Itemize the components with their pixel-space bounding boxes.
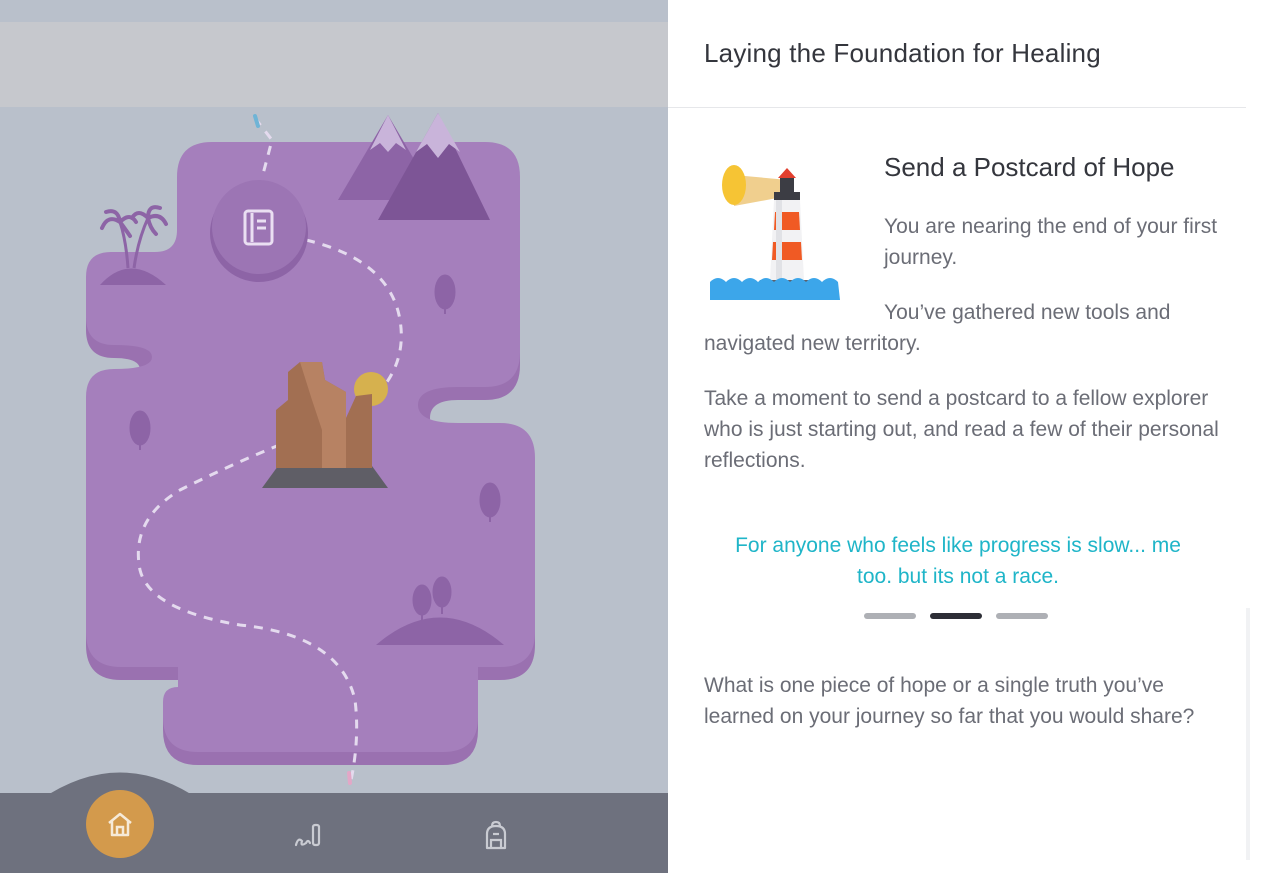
reflection-question: What is one piece of hope or a single tr… — [704, 674, 1195, 728]
page-title: Laying the Foundation for Healing — [704, 38, 1101, 68]
journal-pen-icon — [294, 823, 321, 847]
nav-journal-button[interactable] — [288, 815, 328, 855]
intro-paragraph: You are nearing the end of your first jo… — [884, 215, 1218, 269]
detail-header: Laying the Foundation for Healing — [668, 0, 1246, 108]
instruction-paragraph: Take a moment to send a postcard to a fe… — [704, 387, 1219, 472]
backpack-icon — [485, 820, 507, 850]
carousel-dot[interactable] — [864, 613, 916, 619]
nav-home-button[interactable] — [86, 790, 154, 858]
carousel-indicator — [864, 613, 1048, 619]
reflection-quote[interactable]: For anyone who feels like progress is sl… — [728, 530, 1188, 592]
carousel-dot-active[interactable] — [930, 613, 982, 619]
journey-map-pane — [0, 0, 668, 873]
lighthouse-icon — [710, 165, 840, 300]
card-title: Send a Postcard of Hope — [884, 152, 1175, 182]
progress-paragraph: You’ve gathered new tools and navigated … — [704, 301, 1171, 355]
nav-backpack-button[interactable] — [476, 815, 516, 855]
home-icon — [108, 812, 132, 837]
journey-map — [86, 113, 535, 786]
carousel-dot[interactable] — [996, 613, 1048, 619]
scrollbar[interactable] — [1246, 608, 1250, 860]
detail-pane: Laying the Foundation for Healing Send a… — [668, 0, 1268, 873]
book-node — [210, 180, 308, 282]
